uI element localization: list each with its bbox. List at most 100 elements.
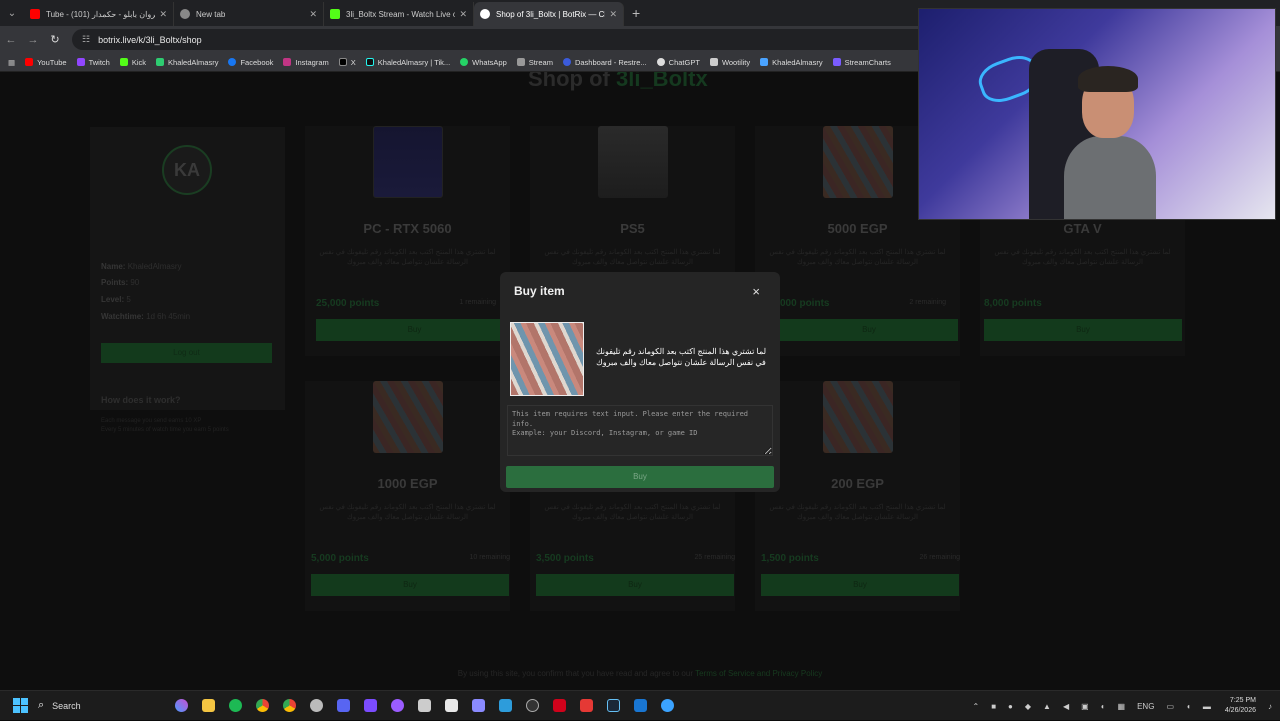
new-tab-plus-icon[interactable]: + [632, 5, 640, 21]
modal-buy-button[interactable]: Buy [506, 466, 774, 488]
tab-search-chevron-icon[interactable]: ⌄ [0, 0, 24, 26]
bookmark-chatgpt[interactable]: ChatGPT [656, 57, 700, 67]
tray-app-icon[interactable]: ■ [991, 702, 996, 711]
close-icon[interactable]: × [752, 284, 760, 299]
notepad-icon[interactable] [438, 691, 465, 721]
tray-app-icon[interactable]: ▲ [1043, 702, 1051, 711]
shop-item-card: 200 EGP لما تشتري هذا المنتج اكتب بعد ال… [755, 381, 960, 611]
bookmark-tiktok[interactable]: KhaledAlmasry | Tik... [365, 58, 450, 67]
restream-icon [562, 58, 571, 66]
item-description: لما تشتري هذا المنتج اكتب بعد الكوماند ر… [544, 504, 721, 521]
site-info-icon[interactable]: ☷ [82, 34, 90, 45]
title-channel-name: 3li_Boltx [615, 72, 708, 91]
settings-gear-icon[interactable] [303, 691, 330, 721]
close-tab-icon[interactable]: ✕ [459, 9, 467, 20]
purple-app-icon[interactable] [384, 691, 411, 721]
bookmark-x[interactable]: X [338, 58, 356, 67]
bookmark-instagram[interactable]: Instagram [283, 58, 329, 67]
buy-button[interactable]: Buy [316, 319, 513, 341]
name-label: Name: [101, 262, 126, 271]
bookmark-label: Wootility [721, 57, 751, 67]
profile-card: KA Name: KhaledAlmasry Points: 90 Level:… [90, 127, 285, 433]
forward-arrow-icon[interactable]: → [22, 34, 44, 46]
tab-kick-stream[interactable]: 3li_Boltx Stream - Watch Live o ✕ [324, 2, 474, 26]
battery-icon[interactable]: ▬ [1203, 702, 1211, 711]
chrome-icon[interactable] [249, 691, 276, 721]
tab-youtube[interactable]: Tube - (101) مروان بابلو - حكمدار ✕ [24, 2, 174, 26]
logout-button[interactable]: Log out [101, 343, 272, 363]
tray-app-icon[interactable]: ▦ [1118, 702, 1126, 711]
tab-title: 3li_Boltx Stream - Watch Live o [346, 9, 456, 19]
file-explorer-icon[interactable] [195, 691, 222, 721]
copilot-icon[interactable] [168, 691, 195, 721]
bookmark-restream[interactable]: Dashboard - Restre... [562, 58, 647, 67]
taskbar-search[interactable]: ⌕ Search [38, 695, 168, 717]
capcut-icon[interactable] [546, 691, 573, 721]
system-tray: ⌃ ■ ● ◆ ▲ ◀ ▣ ◐ ▦ ENG ▭ ◖ ▬ 7:25 PM 4/26… [961, 691, 1273, 721]
buy-button[interactable]: Buy [536, 574, 734, 596]
tray-app-icon[interactable]: ◆ [1025, 702, 1031, 711]
tray-app-icon[interactable]: ● [1008, 702, 1013, 711]
notifications-bell-icon[interactable]: ♪ [1268, 702, 1272, 711]
required-info-textarea[interactable] [507, 405, 773, 456]
back-arrow-icon[interactable]: ← [0, 34, 22, 46]
bookmark-khaledalmasry[interactable]: KhaledAlmasry [156, 58, 218, 67]
tab-new-tab[interactable]: New tab ✕ [174, 2, 324, 26]
app-icon[interactable] [411, 691, 438, 721]
spotify-icon[interactable] [222, 691, 249, 721]
chevron-up-icon[interactable]: ⌃ [973, 702, 980, 711]
photos-icon[interactable] [492, 691, 519, 721]
buy-button[interactable]: Buy [984, 319, 1182, 341]
apps-grid-icon[interactable]: ▦ [8, 58, 15, 67]
profile-name: Name: KhaledAlmasry [101, 262, 182, 271]
bookmark-label: KhaledAlmasry [772, 57, 823, 67]
tab-botrix-shop[interactable]: Shop of 3li_Boltx | BotRix — Cli ✕ [474, 2, 624, 26]
volume-icon[interactable]: ◖ [1186, 702, 1191, 711]
bookmark-facebook[interactable]: Facebook [228, 58, 273, 67]
terms-link[interactable]: Terms of Service and Privacy Policy [695, 669, 822, 678]
windows-start-icon[interactable] [0, 698, 40, 713]
chrome-profile-icon[interactable] [276, 691, 303, 721]
clock-date: 4/26/2026 [1224, 707, 1256, 714]
grid-app-icon[interactable] [357, 691, 384, 721]
adobe-icon[interactable] [573, 691, 600, 721]
close-tab-icon[interactable]: ✕ [309, 9, 317, 20]
tray-app-icon[interactable]: ▣ [1081, 702, 1089, 711]
bookmark-khaledalmasry-2[interactable]: KhaledAlmasry [760, 57, 823, 67]
gamepad-icon[interactable] [465, 691, 492, 721]
bookmark-kick[interactable]: Kick [119, 58, 146, 67]
bookmark-youtube[interactable]: YouTube [25, 58, 67, 67]
modal-description: لما تشتري هذا المنتج اكتب بعد الكوماند ر… [595, 347, 767, 367]
bookmark-twitch[interactable]: Twitch [76, 58, 110, 67]
how-it-works-text: Each message you send earns 10 XP Every 5… [101, 417, 229, 435]
bookmark-wootility[interactable]: Wootility [709, 57, 751, 67]
bookmark-streamcharts[interactable]: StreamCharts [832, 58, 891, 67]
item-remaining: 26 remaining [919, 554, 960, 561]
reload-icon[interactable]: ↻ [44, 33, 66, 46]
tray-app-icon[interactable]: ◐ [1101, 702, 1106, 711]
discord-icon[interactable] [330, 691, 357, 721]
item-name: PS5 [620, 221, 645, 236]
buy-button[interactable]: Buy [761, 574, 959, 596]
clock[interactable]: 7:25 PM 4/26/2026 [1225, 696, 1256, 716]
buy-button[interactable]: Buy [311, 574, 509, 596]
bookmark-whatsapp[interactable]: WhatsApp [460, 58, 507, 67]
language-indicator[interactable]: ENG [1137, 702, 1154, 711]
watchtime-label: Watchtime: [101, 312, 144, 321]
folder-icon [516, 58, 525, 66]
close-tab-icon[interactable]: ✕ [609, 9, 617, 20]
buy-button[interactable]: Buy [780, 319, 958, 341]
bookmark-label: Facebook [240, 57, 274, 67]
bookmark-stream[interactable]: Stream [516, 58, 553, 67]
item-name: 200 EGP [831, 476, 884, 491]
close-tab-icon[interactable]: ✕ [159, 9, 167, 20]
tray-app-icon[interactable]: ◀ [1063, 702, 1069, 711]
obs-icon[interactable] [519, 691, 546, 721]
streamdeck-icon[interactable] [627, 691, 654, 721]
wootility-icon [709, 58, 718, 66]
steam-icon[interactable] [600, 691, 627, 721]
bookmark-label: ChatGPT [668, 57, 700, 67]
omnibox[interactable]: ☷ botrix.live/k/3li_Boltx/shop [72, 29, 932, 50]
display-icon[interactable]: ▭ [1166, 702, 1174, 711]
edge-app-icon[interactable] [654, 691, 681, 721]
